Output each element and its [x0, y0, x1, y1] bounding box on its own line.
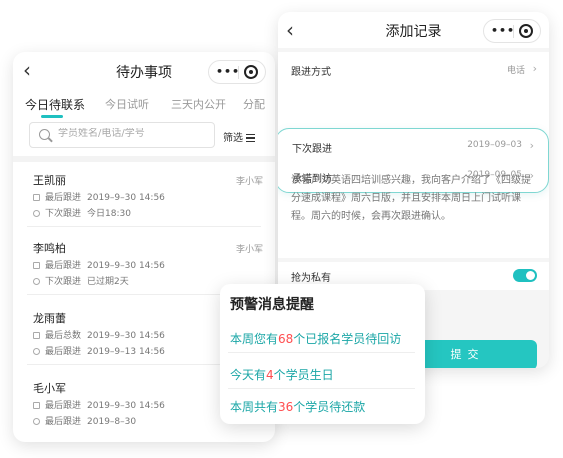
row-label: 下次跟进 — [45, 277, 82, 287]
alert-message[interactable]: 本周您有68个已报名学员待回访 — [230, 330, 401, 347]
alert-title: 预警消息提醒 — [230, 297, 314, 313]
capsule-divider — [238, 66, 239, 79]
alert-count: 36 — [278, 400, 294, 414]
clock-icon — [33, 348, 40, 355]
row-value: 2019–9–13 14:56 — [87, 347, 165, 357]
doc-icon — [33, 194, 40, 201]
doc-icon — [33, 402, 40, 409]
alert-prefix: 本周您有 — [230, 332, 279, 346]
contact-row: 最后跟进 2019–9–30 14:56 — [33, 258, 165, 271]
row-value: 2019–8–30 — [87, 417, 137, 427]
search-icon — [39, 129, 50, 140]
follow-note-textarea[interactable]: 该客户对英语四培训感兴趣，我向客户介绍了《四级提分速成课程》周六日版，并且安排本… — [291, 172, 537, 226]
section-divider — [13, 156, 275, 162]
nav-bar: ‹ 待办事项 ••• — [13, 52, 275, 90]
private-toggle-switch[interactable] — [513, 269, 537, 282]
contact-row: 下次跟进 已过期2天 — [33, 274, 129, 287]
alert-divider — [228, 388, 415, 389]
chevron-right-icon: › — [529, 139, 534, 152]
list-item[interactable]: 王凯丽 李小军 最后跟进 2019–9–30 14:56 下次跟进 今日18:30 — [13, 172, 275, 242]
capsule-divider — [513, 25, 514, 38]
contact-row: 下次跟进 今日18:30 — [33, 206, 131, 219]
alert-count: 68 — [278, 332, 294, 346]
contact-owner: 李小军 — [235, 177, 263, 187]
contact-name: 李鸣柏 — [33, 242, 66, 255]
filter-list-icon — [246, 134, 255, 142]
alert-count: 4 — [266, 368, 274, 382]
list-divider — [27, 226, 261, 227]
row-label: 最后跟进 — [45, 417, 82, 427]
alert-message[interactable]: 本周共有36个学员待还款 — [230, 398, 365, 415]
field-value: 电话 — [506, 66, 525, 76]
alert-suffix: 个学员待还款 — [293, 400, 366, 414]
contact-row: 最后总数 2019–9–30 14:56 — [33, 328, 165, 341]
tab-three-day-public[interactable]: 三天内公开 — [171, 96, 226, 112]
clock-icon — [33, 278, 40, 285]
form-body: 跟进方式 电话 › 下次跟进 2019–09–03 › 承诺到访 2019–09… — [278, 52, 549, 258]
contact-name: 毛小军 — [33, 382, 66, 395]
mini-program-capsule[interactable]: ••• — [483, 19, 541, 43]
contact-name: 龙雨蕾 — [33, 312, 66, 325]
alert-prefix: 本周共有 — [230, 400, 279, 414]
search-input[interactable] — [58, 128, 208, 139]
search-box[interactable] — [29, 122, 215, 148]
field-value: 2019–09–03 — [467, 140, 522, 150]
row-value: 已过期2天 — [87, 277, 129, 287]
row-label: 下次跟进 — [45, 209, 82, 219]
tab-bar: 今日待联系 今日试听 三天内公开 分配 — [13, 90, 275, 118]
contact-row: 最后跟进 2019–9–30 14:56 — [33, 190, 165, 203]
close-target-icon[interactable] — [244, 65, 258, 79]
alert-suffix: 个学员生日 — [273, 368, 334, 382]
filter-label: 筛选 — [223, 133, 243, 144]
contact-name: 王凯丽 — [33, 174, 66, 187]
nav-bar: ‹ 添加记录 ••• — [278, 12, 549, 48]
filter-button[interactable]: 筛选 — [223, 129, 255, 144]
more-icon[interactable]: ••• — [491, 24, 515, 37]
tab-assign[interactable]: 分配 — [243, 96, 265, 112]
alert-divider — [228, 352, 415, 353]
row-value: 2019–9–30 14:56 — [87, 401, 165, 411]
alert-prefix: 今天有 — [230, 368, 267, 382]
row-label: 最后总数 — [45, 331, 82, 341]
doc-icon — [33, 262, 40, 269]
doc-icon — [33, 332, 40, 339]
row-label: 最后跟进 — [45, 193, 82, 203]
alert-message[interactable]: 今天有4个学员生日 — [230, 366, 334, 383]
clock-icon — [33, 418, 40, 425]
field-label: 下次跟进 — [292, 144, 332, 155]
contact-row: 最后跟进 2019–8–30 — [33, 414, 136, 427]
row-value: 2019–9–30 14:56 — [87, 193, 165, 203]
alert-popup: 预警消息提醒 本周您有68个已报名学员待回访 今天有4个学员生日 本周共有36个… — [220, 284, 425, 424]
contact-row: 最后跟进 2019–9–30 14:56 — [33, 398, 165, 411]
active-tab-indicator — [41, 115, 63, 118]
tab-today-contact[interactable]: 今日待联系 — [25, 96, 85, 113]
row-label: 最后跟进 — [45, 401, 82, 411]
contact-row: 最后跟进 2019–9–13 14:56 — [33, 344, 165, 357]
mini-program-capsule[interactable]: ••• — [208, 60, 266, 84]
row-label: 最后跟进 — [45, 261, 82, 271]
toggle-label: 抢为私有 — [291, 273, 331, 284]
more-icon[interactable]: ••• — [216, 65, 240, 78]
clock-icon — [33, 210, 40, 217]
field-label: 跟进方式 — [291, 67, 331, 78]
alert-suffix: 个已报名学员待回访 — [293, 332, 402, 346]
contact-owner: 李小军 — [235, 245, 263, 255]
tab-today-trial[interactable]: 今日试听 — [105, 96, 149, 112]
close-target-icon[interactable] — [519, 24, 533, 38]
field-follow-method[interactable]: 跟进方式 电话 › — [278, 58, 549, 82]
row-label: 最后跟进 — [45, 347, 82, 357]
row-value: 2019–9–30 14:56 — [87, 261, 165, 271]
row-value: 今日18:30 — [87, 209, 131, 219]
row-value: 2019–9–30 14:56 — [87, 331, 165, 341]
chevron-right-icon: › — [532, 62, 537, 75]
field-next-follow[interactable]: 下次跟进 2019–09–03 › — [278, 135, 548, 159]
